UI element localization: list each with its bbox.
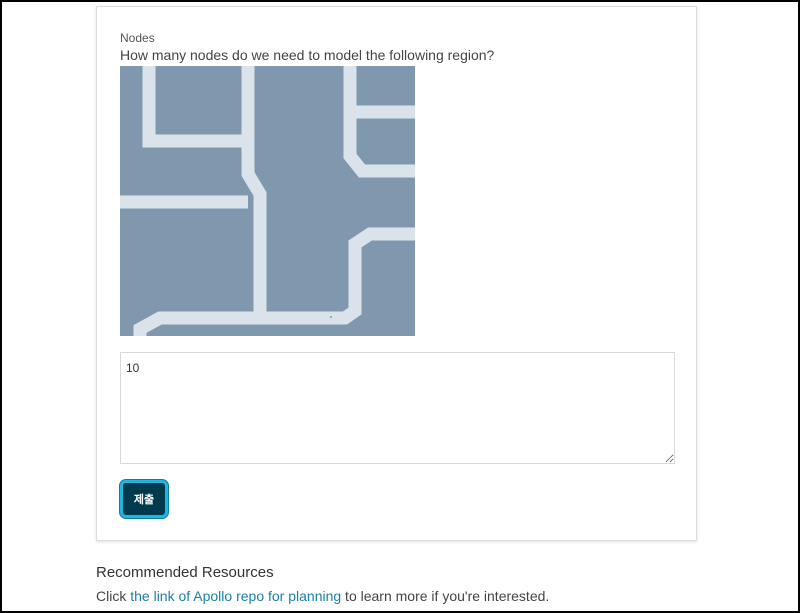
resources-suffix: to learn more if you're interested. <box>341 588 550 604</box>
question-card: Nodes How many nodes do we need to model… <box>96 6 697 541</box>
answer-textarea[interactable] <box>120 352 675 464</box>
resources-text: Click the link of Apollo repo for planni… <box>96 588 549 604</box>
resources-prefix: Click <box>96 588 131 604</box>
submit-button[interactable]: 제출 <box>120 480 168 518</box>
resources-title: Recommended Resources <box>96 564 274 581</box>
map-dot <box>330 316 332 318</box>
question-prompt: How many nodes do we need to model the f… <box>120 47 495 63</box>
question-label: Nodes <box>120 31 155 45</box>
region-map-image <box>120 66 415 336</box>
apollo-repo-link[interactable]: the link of Apollo repo for planning <box>130 588 341 604</box>
